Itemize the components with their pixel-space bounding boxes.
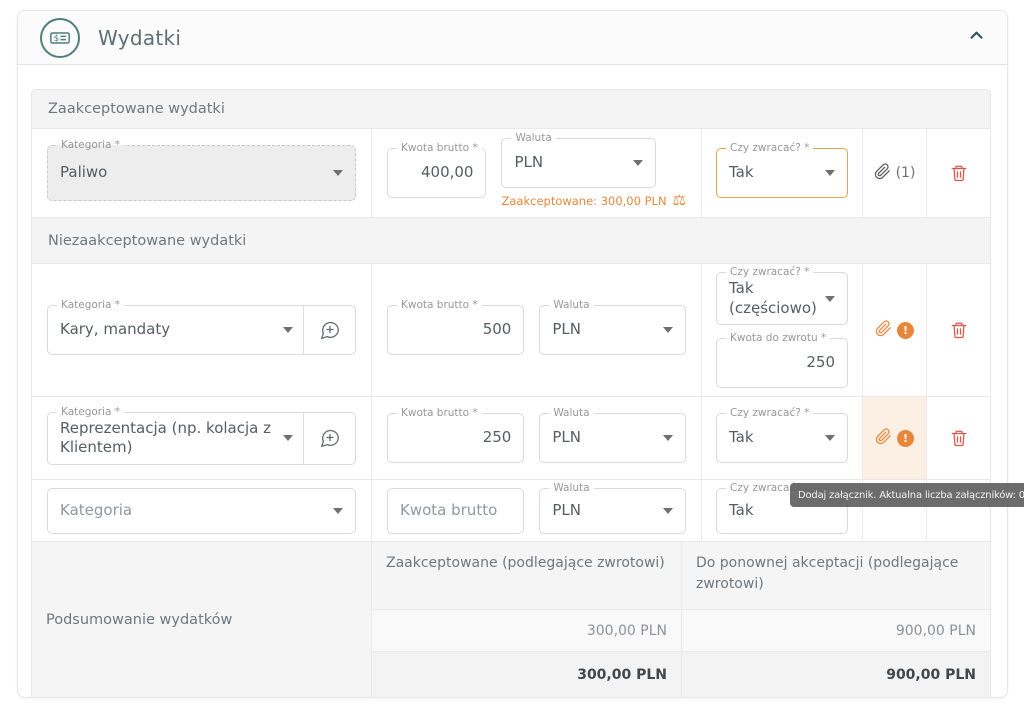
section-unaccepted-header: Niezaakceptowane wydatki bbox=[32, 217, 990, 263]
currency-select[interactable]: Waluta PLN bbox=[501, 138, 656, 188]
chevron-down-icon bbox=[663, 508, 673, 514]
currency-select[interactable]: Waluta PLN bbox=[539, 413, 686, 463]
attachment-tooltip: Dodaj załącznik. Aktualna liczba załączn… bbox=[790, 483, 1024, 507]
trash-icon bbox=[950, 164, 968, 182]
panel-header: $ Wydatki bbox=[18, 11, 1007, 65]
add-comment-button[interactable] bbox=[303, 306, 355, 354]
field-label: Waluta bbox=[511, 132, 555, 145]
chevron-down-icon bbox=[333, 508, 343, 514]
section-accepted-label: Zaakceptowane wydatki bbox=[48, 101, 225, 117]
collapse-button[interactable] bbox=[968, 27, 985, 48]
summary-reacceptance-total: 900,00 PLN bbox=[681, 651, 990, 697]
trash-icon bbox=[950, 321, 968, 339]
field-label: Kwota do zwrotu * bbox=[726, 332, 830, 345]
summary-accepted-total: 300,00 PLN bbox=[371, 651, 681, 697]
field-label: Czy zwracać? * bbox=[726, 142, 813, 155]
chevron-down-icon bbox=[663, 327, 673, 333]
banknote-icon: $ bbox=[40, 18, 80, 58]
summary-table: Podsumowanie wydatków Zaakceptowane (pod… bbox=[32, 541, 990, 697]
delete-button[interactable] bbox=[950, 321, 968, 339]
summary-title: Podsumowanie wydatków bbox=[32, 541, 371, 697]
summary-col-accepted-header: Zaakceptowane (podlegające zwrotowi) bbox=[371, 541, 681, 609]
summary-reacceptance-value: 900,00 PLN bbox=[681, 609, 990, 651]
field-label: Kategoria * bbox=[57, 406, 124, 419]
gross-amount-input[interactable]: Kwota brutto * 400,00 bbox=[387, 148, 486, 198]
category-select[interactable]: Kategoria * Reprezentacja (np. kolacja z… bbox=[47, 412, 356, 465]
section-accepted-header: Zaakceptowane wydatki bbox=[32, 90, 990, 128]
attachment-button[interactable] bbox=[874, 163, 891, 184]
expenses-panel: $ Wydatki Zaakceptowane wydatki Kategori… bbox=[17, 10, 1008, 698]
expenses-table: Zaakceptowane wydatki Kategoria * Paliwo… bbox=[31, 89, 991, 698]
summary-accepted-value: 300,00 PLN bbox=[371, 609, 681, 651]
chevron-down-icon bbox=[283, 435, 293, 441]
add-comment-button[interactable] bbox=[303, 413, 355, 464]
refund-select[interactable]: Czy zwracać? * Tak bbox=[716, 148, 848, 198]
field-label: Waluta bbox=[549, 407, 593, 420]
field-label: Waluta bbox=[549, 299, 593, 312]
attachment-button[interactable] bbox=[875, 428, 892, 449]
page-title: Wydatki bbox=[98, 26, 181, 50]
chevron-down-icon bbox=[825, 435, 835, 441]
chevron-up-icon bbox=[968, 27, 985, 48]
comment-plus-icon bbox=[318, 319, 342, 341]
expense-row-representation: Kategoria * Reprezentacja (np. kolacja z… bbox=[32, 396, 990, 479]
field-label: Kwota brutto * bbox=[397, 299, 482, 312]
gross-amount-input[interactable]: Kwota brutto * 500 bbox=[387, 305, 524, 355]
chevron-down-icon bbox=[825, 296, 835, 302]
comment-plus-icon bbox=[318, 427, 342, 449]
category-select[interactable]: Kategoria bbox=[47, 488, 356, 534]
warning-badge-icon: ! bbox=[897, 322, 914, 339]
currency-select[interactable]: Waluta PLN bbox=[539, 488, 686, 534]
panel-body: Zaakceptowane wydatki Kategoria * Paliwo… bbox=[18, 65, 1007, 698]
paperclip-icon bbox=[875, 320, 892, 337]
field-label: Kategoria * bbox=[57, 139, 124, 152]
svg-text:$: $ bbox=[54, 34, 60, 44]
chevron-down-icon bbox=[663, 435, 673, 441]
gross-amount-input[interactable]: Kwota brutto bbox=[387, 488, 524, 534]
scales-icon: ⚖ bbox=[673, 193, 686, 208]
accepted-amount-note: Zaakceptowane: 300,00 PLN ⚖ bbox=[501, 193, 686, 208]
refund-amount-input[interactable]: Kwota do zwrotu * 250 bbox=[716, 338, 848, 388]
field-label: Czy zwracać? * bbox=[726, 266, 813, 279]
field-label: Kategoria * bbox=[57, 299, 124, 312]
expense-row-fine: Kategoria * Kary, mandaty Kwota brutto * bbox=[32, 263, 990, 396]
paperclip-icon bbox=[875, 428, 892, 445]
section-unaccepted-label: Niezaakceptowane wydatki bbox=[48, 233, 246, 249]
chevron-down-icon bbox=[333, 170, 343, 176]
category-select: Kategoria * Paliwo bbox=[47, 145, 356, 201]
warning-badge-icon: ! bbox=[897, 430, 914, 447]
refund-select[interactable]: Czy zwracać? * Tak (częściowo) bbox=[716, 272, 848, 325]
delete-button[interactable] bbox=[950, 429, 968, 447]
gross-amount-input[interactable]: Kwota brutto * 250 bbox=[387, 413, 524, 463]
attachment-count: (1) bbox=[896, 165, 916, 181]
paperclip-icon bbox=[874, 163, 891, 180]
attachment-button[interactable] bbox=[875, 320, 892, 341]
chevron-down-icon bbox=[283, 327, 293, 333]
field-label: Waluta bbox=[549, 482, 593, 495]
summary-col-reacceptance-header: Do ponownej akceptacji (podlegające zwro… bbox=[681, 541, 990, 609]
currency-select[interactable]: Waluta PLN bbox=[539, 305, 686, 355]
field-label: Kwota brutto * bbox=[397, 142, 482, 155]
expense-row-accepted: Kategoria * Paliwo Kwota brutto * 400,00… bbox=[32, 128, 990, 217]
field-label: Kwota brutto * bbox=[397, 407, 482, 420]
delete-button[interactable] bbox=[950, 164, 968, 182]
trash-icon bbox=[950, 429, 968, 447]
refund-select[interactable]: Czy zwracać? * Tak bbox=[716, 413, 848, 463]
category-select[interactable]: Kategoria * Kary, mandaty bbox=[47, 305, 356, 355]
field-label: Czy zwracać? * bbox=[726, 407, 813, 420]
chevron-down-icon bbox=[825, 170, 835, 176]
chevron-down-icon bbox=[633, 160, 643, 166]
